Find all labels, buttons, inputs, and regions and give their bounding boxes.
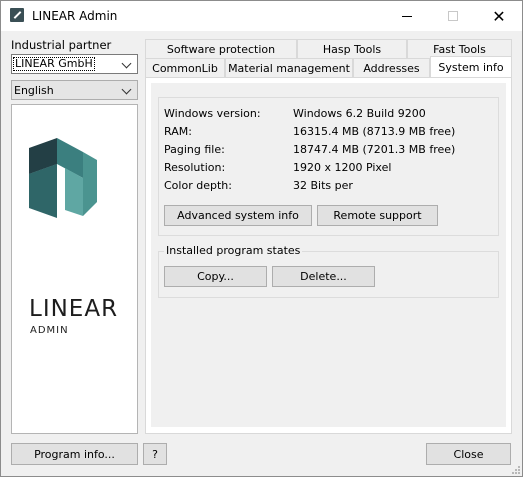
ram-label: RAM: bbox=[164, 125, 192, 138]
maximize-icon bbox=[448, 11, 458, 21]
remote-support-button[interactable]: Remote support bbox=[317, 205, 438, 226]
help-button[interactable]: ? bbox=[143, 443, 167, 465]
tab-commonlib[interactable]: CommonLib bbox=[145, 58, 225, 77]
language-value: English bbox=[14, 83, 54, 97]
color-depth-value: 32 Bits per bbox=[293, 179, 353, 192]
close-window-button[interactable]: ✕ bbox=[476, 1, 522, 31]
industrial-partner-dropdown[interactable]: LINEAR GmbH bbox=[11, 54, 138, 74]
industrial-partner-value: LINEAR GmbH bbox=[13, 57, 95, 71]
tab-addresses[interactable]: Addresses bbox=[353, 58, 430, 77]
maximize-button bbox=[430, 1, 476, 31]
close-icon: ✕ bbox=[492, 6, 506, 26]
installed-program-states-title: Installed program states bbox=[164, 244, 303, 257]
delete-button[interactable]: Delete... bbox=[272, 266, 375, 287]
main-window: LINEAR Admin ✕ Industrial partner LINEAR… bbox=[0, 0, 523, 477]
tab-material-management[interactable]: Material management bbox=[225, 58, 353, 77]
logo-subtitle: ADMIN bbox=[30, 325, 69, 336]
minimize-icon bbox=[402, 15, 412, 17]
window-title: LINEAR Admin bbox=[32, 9, 118, 23]
color-depth-label: Color depth: bbox=[164, 179, 232, 192]
resize-grip[interactable] bbox=[510, 464, 520, 474]
resolution-value: 1920 x 1200 Pixel bbox=[293, 161, 392, 174]
program-info-button[interactable]: Program info... bbox=[11, 443, 138, 465]
copy-button[interactable]: Copy... bbox=[164, 266, 267, 287]
linear-app-icon bbox=[10, 8, 24, 22]
tab-software-protection[interactable]: Software protection bbox=[145, 39, 297, 58]
paging-file-label: Paging file: bbox=[164, 143, 225, 156]
minimize-button[interactable] bbox=[384, 1, 430, 31]
resolution-label: Resolution: bbox=[164, 161, 226, 174]
windows-version-value: Windows 6.2 Build 9200 bbox=[293, 107, 426, 120]
tab-system-info[interactable]: System info bbox=[430, 56, 512, 77]
chevron-down-icon bbox=[121, 58, 133, 70]
title-bar[interactable]: LINEAR Admin ✕ bbox=[1, 1, 522, 31]
windows-version-label: Windows version: bbox=[164, 107, 261, 120]
close-button[interactable]: Close bbox=[426, 443, 511, 465]
language-dropdown[interactable]: English bbox=[11, 80, 138, 100]
logo-wordmark: LINEAR bbox=[29, 296, 119, 322]
chevron-down-icon bbox=[121, 84, 133, 96]
logo-panel: LINEAR ADMIN bbox=[11, 104, 138, 434]
ram-value: 16315.4 MB (8713.9 MB free) bbox=[293, 125, 456, 138]
tab-hasp-tools[interactable]: Hasp Tools bbox=[297, 39, 407, 58]
paging-file-value: 18747.4 MB (7201.3 MB free) bbox=[293, 143, 456, 156]
advanced-system-info-button[interactable]: Advanced system info bbox=[164, 205, 312, 226]
industrial-partner-label: Industrial partner bbox=[11, 38, 112, 52]
linear-logo-mark bbox=[29, 138, 97, 218]
